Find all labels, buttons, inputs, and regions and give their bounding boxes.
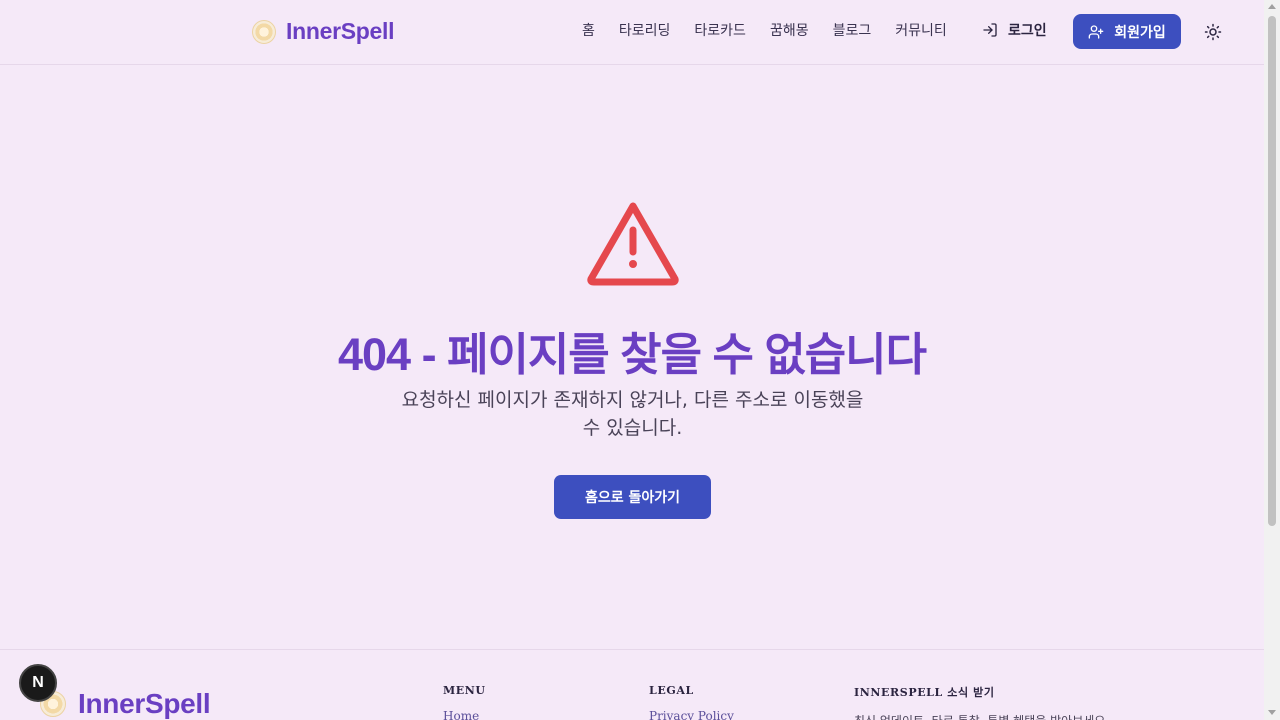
- brand-logo[interactable]: InnerSpell: [252, 18, 395, 45]
- footer-menu-heading: MENU: [443, 684, 486, 697]
- error-title: 404 - 페이지를 찾을 수 없습니다: [338, 329, 927, 380]
- footer-brand-name: InnerSpell: [78, 688, 211, 719]
- nav-item-blog[interactable]: 블로그: [821, 20, 884, 40]
- footer-newsletter-column: INNERSPELL 소식 받기 최신 업데이트, 타로 통찰, 특별 혜택을 …: [854, 684, 1109, 720]
- footer-brand-logo[interactable]: InnerSpell: [40, 688, 211, 720]
- footer-legal-heading: LEGAL: [649, 684, 694, 697]
- nav-item-tarot-reading[interactable]: 타로리딩: [607, 20, 683, 40]
- footer-link-privacy[interactable]: Privacy Policy: [649, 709, 734, 720]
- signup-label: 회원가입: [1114, 24, 1166, 41]
- sun-icon[interactable]: [1204, 23, 1222, 41]
- scroll-thumb[interactable]: [1268, 16, 1276, 526]
- page-scrollbar[interactable]: [1264, 0, 1280, 720]
- login-icon: [983, 23, 997, 37]
- footer-newsletter-heading: INNERSPELL 소식 받기: [854, 686, 995, 699]
- nav-item-tarot-cards[interactable]: 타로카드: [682, 20, 758, 40]
- error-description: 요청하신 페이지가 존재하지 않거나, 다른 주소로 이동했을 수 있습니다.: [401, 389, 864, 439]
- nav-item-home[interactable]: 홈: [570, 20, 607, 40]
- site-footer: InnerSpell MENU Home LEGAL Privacy Polic…: [0, 649, 1264, 720]
- scroll-up-arrow-icon[interactable]: [1268, 4, 1276, 9]
- main-nav: 홈 타로리딩 타로카드 꿈해몽 블로그 커뮤니티: [570, 20, 959, 40]
- brand-name: InnerSpell: [286, 18, 395, 44]
- nextjs-dev-badge[interactable]: N: [19, 664, 57, 702]
- login-button[interactable]: 로그인: [982, 20, 1047, 40]
- footer-link-home[interactable]: Home: [443, 709, 486, 720]
- footer-newsletter-text: 최신 업데이트, 타로 통찰, 특별 혜택을 받아보세요.: [854, 712, 1109, 720]
- footer-menu-column: MENU Home: [443, 684, 486, 720]
- scroll-down-arrow-icon[interactable]: [1268, 710, 1276, 715]
- footer-legal-column: LEGAL Privacy Policy: [649, 684, 734, 720]
- warning-triangle-icon: [587, 202, 679, 286]
- login-label: 로그인: [1008, 23, 1047, 39]
- eye-logo-icon: [252, 19, 276, 44]
- nav-item-community[interactable]: 커뮤니티: [883, 20, 959, 40]
- nav-item-dream[interactable]: 꿈해몽: [758, 20, 821, 40]
- signup-button[interactable]: 회원가입: [1073, 14, 1181, 49]
- back-home-button[interactable]: 홈으로 돌아가기: [554, 475, 711, 519]
- user-plus-icon: [1088, 24, 1104, 39]
- site-header: InnerSpell 홈 타로리딩 타로카드 꿈해몽 블로그 커뮤니티 로그인 …: [0, 0, 1264, 65]
